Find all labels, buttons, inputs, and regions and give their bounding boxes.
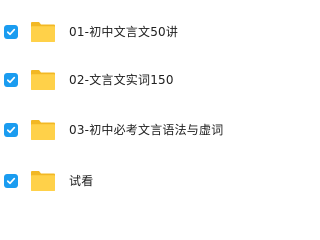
file-name: 试看 [69,174,94,188]
checkmark-icon [6,76,16,84]
folder-icon [30,168,56,194]
checkmark-icon [6,28,16,36]
checkbox-checked[interactable] [4,174,18,188]
file-name: 03-初中必考文言语法与虚词 [69,123,224,137]
checkbox-checked[interactable] [4,123,18,137]
file-name: 01-初中文言文50讲 [69,25,179,39]
checkbox-checked[interactable] [4,73,18,87]
checkmark-icon [6,177,16,185]
folder-icon [30,67,56,93]
file-list: 01-初中文言文50讲 02-文言文实词150 03-初中必考文言语法与虚词 试… [0,0,242,202]
file-row-1[interactable]: 01-初中文言文50讲 [0,13,242,53]
checkmark-icon [6,126,16,134]
file-row-2[interactable]: 02-文言文实词150 [0,61,242,101]
folder-icon [30,117,56,143]
file-row-4[interactable]: 试看 [0,162,242,202]
checkbox-checked[interactable] [4,25,18,39]
folder-icon [30,19,56,45]
file-name: 02-文言文实词150 [69,73,174,87]
file-row-3[interactable]: 03-初中必考文言语法与虚词 [0,111,242,151]
